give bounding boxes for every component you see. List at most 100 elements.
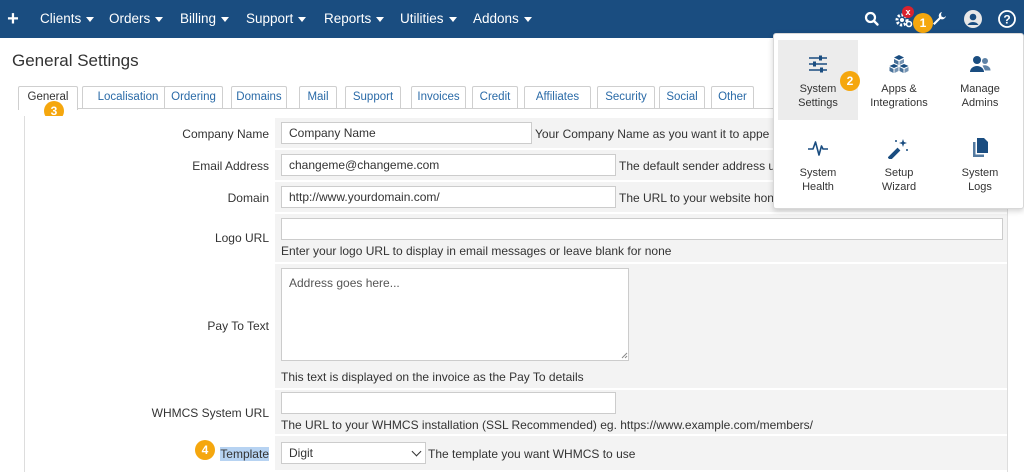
tab-support[interactable]: Support: [345, 86, 401, 108]
system-url-hint: The URL to your WHMCS installation (SSL …: [281, 418, 813, 432]
tab-domains[interactable]: Domains: [231, 86, 287, 108]
pay-to-text-hint: This text is displayed on the invoice as…: [281, 370, 584, 384]
company-name-input[interactable]: Company Name: [281, 122, 532, 144]
menu-system-health-label: System Health: [778, 166, 858, 194]
help-icon[interactable]: ?: [997, 9, 1017, 29]
company-name-label: Company Name: [182, 127, 269, 141]
tab-affiliates[interactable]: Affiliates: [524, 86, 591, 108]
tab-security-label: Security: [605, 91, 647, 103]
domain-label: Domain: [227, 191, 269, 205]
label-line: Health: [802, 181, 834, 193]
menu-manage-admins-label: Manage Admins: [940, 82, 1020, 110]
nav-clients[interactable]: Clients: [40, 0, 95, 38]
tab-ordering[interactable]: Ordering: [164, 86, 223, 108]
chevron-down-icon: [448, 16, 457, 22]
magic-wand-icon: [888, 139, 908, 159]
heartbeat-icon: [808, 141, 828, 156]
chevron-down-icon: [221, 16, 230, 22]
tab-general-label: General: [27, 91, 69, 103]
tab-localisation[interactable]: Localisation: [82, 86, 174, 108]
template-select-value: Digit: [289, 446, 314, 460]
nav-billing[interactable]: Billing: [180, 0, 230, 38]
tab-affiliates-label: Affiliates: [535, 91, 580, 103]
template-label: Template: [220, 447, 269, 461]
label-line: Manage: [960, 83, 1000, 95]
label-line: Admins: [961, 97, 999, 109]
pay-to-text-label: Pay To Text: [207, 319, 269, 333]
label-line: Setup: [884, 167, 914, 179]
menu-manage-admins[interactable]: Manage Admins: [940, 40, 1020, 120]
tab-credit-label: Credit: [479, 91, 511, 103]
logo-url-row: Logo URL Enter your logo URL to display …: [25, 214, 1007, 262]
tab-credit[interactable]: Credit: [472, 86, 518, 108]
cubes-icon: [889, 55, 909, 73]
nav-addons[interactable]: Addons: [473, 0, 532, 38]
template-select[interactable]: Digit: [281, 442, 426, 464]
domain-input[interactable]: http://www.yourdomain.com/: [281, 186, 616, 208]
chevron-down-icon: [376, 16, 385, 22]
nav-orders-label: Orders: [109, 11, 151, 26]
pay-to-text-textarea[interactable]: Address goes here...: [281, 268, 629, 361]
search-icon[interactable]: [862, 9, 882, 29]
files-icon: [973, 138, 988, 157]
sliders-icon: [809, 55, 827, 73]
menu-system-logs[interactable]: System Logs: [940, 124, 1020, 204]
resize-handle-icon[interactable]: [621, 352, 628, 359]
chevron-down-icon: [155, 16, 164, 22]
chevron-down-icon: [298, 16, 307, 22]
tab-domains-label: Domains: [236, 91, 282, 103]
nav-support[interactable]: Support: [246, 0, 307, 38]
callout-1: 1: [913, 13, 933, 33]
menu-system-logs-label: System Logs: [940, 166, 1020, 194]
chevron-down-icon: [523, 16, 532, 22]
menu-setup-wizard[interactable]: Setup Wizard: [859, 124, 939, 204]
system-url-input[interactable]: [281, 392, 616, 414]
nav-clients-label: Clients: [40, 11, 82, 26]
tab-mail[interactable]: Mail: [299, 86, 337, 108]
callout-2: 2: [840, 71, 860, 91]
label-line: Wizard: [881, 181, 917, 193]
callout-4: 4: [195, 440, 215, 460]
logo-url-hint: Enter your logo URL to display in email …: [281, 244, 672, 258]
nav-utilities-label: Utilities: [400, 11, 444, 26]
email-address-hint: The default sender address u: [619, 159, 776, 173]
label-line: Logs: [968, 181, 992, 193]
template-label-wrap: Template: [25, 447, 271, 461]
email-address-input[interactable]: changeme@changeme.com: [281, 154, 616, 176]
chevron-down-icon: [411, 446, 422, 457]
nav-support-label: Support: [246, 11, 294, 26]
company-name-hint: Your Company Name as you want it to appe: [535, 127, 770, 141]
nav-reports-label: Reports: [324, 11, 372, 26]
plus-icon[interactable]: +: [4, 6, 22, 32]
label-line: Apps &: [881, 83, 917, 95]
tab-other[interactable]: Other: [711, 86, 754, 108]
logo-url-input[interactable]: [281, 218, 1003, 240]
tab-invoices[interactable]: Invoices: [411, 86, 466, 108]
tab-invoices-label: Invoices: [417, 91, 460, 103]
domain-hint: The URL to your website hon: [619, 191, 774, 205]
tab-ordering-label: Ordering: [171, 91, 216, 103]
template-row: Template Digit The template you want WHM…: [25, 436, 1007, 470]
tab-social[interactable]: Social: [659, 86, 705, 108]
template-hint: The template you want WHMCS to use: [428, 447, 636, 461]
label-line: Integrations: [870, 97, 928, 109]
svg-text:?: ?: [1003, 13, 1010, 27]
nav-utilities[interactable]: Utilities: [400, 0, 457, 38]
nav-addons-label: Addons: [473, 11, 519, 26]
nav-reports[interactable]: Reports: [324, 0, 385, 38]
menu-system-health[interactable]: System Health: [778, 124, 858, 204]
label-line: Settings: [798, 97, 838, 109]
tab-mail-label: Mail: [307, 91, 329, 103]
tab-localisation-label: Localisation: [97, 91, 159, 103]
menu-apps-integrations[interactable]: Apps & Integrations: [859, 40, 939, 120]
page-title: General Settings: [12, 51, 139, 70]
email-address-label: Email Address: [192, 159, 269, 173]
menu-apps-integrations-label: Apps & Integrations: [859, 82, 939, 110]
tab-security[interactable]: Security: [597, 86, 655, 108]
pay-to-text-row: Pay To Text Address goes here... This te…: [25, 264, 1007, 388]
notification-badge: x: [902, 6, 914, 18]
user-icon[interactable]: [963, 9, 983, 29]
system-url-row: WHMCS System URL The URL to your WHMCS i…: [25, 390, 1007, 434]
logo-url-label: Logo URL: [214, 231, 269, 245]
nav-orders[interactable]: Orders: [109, 0, 164, 38]
